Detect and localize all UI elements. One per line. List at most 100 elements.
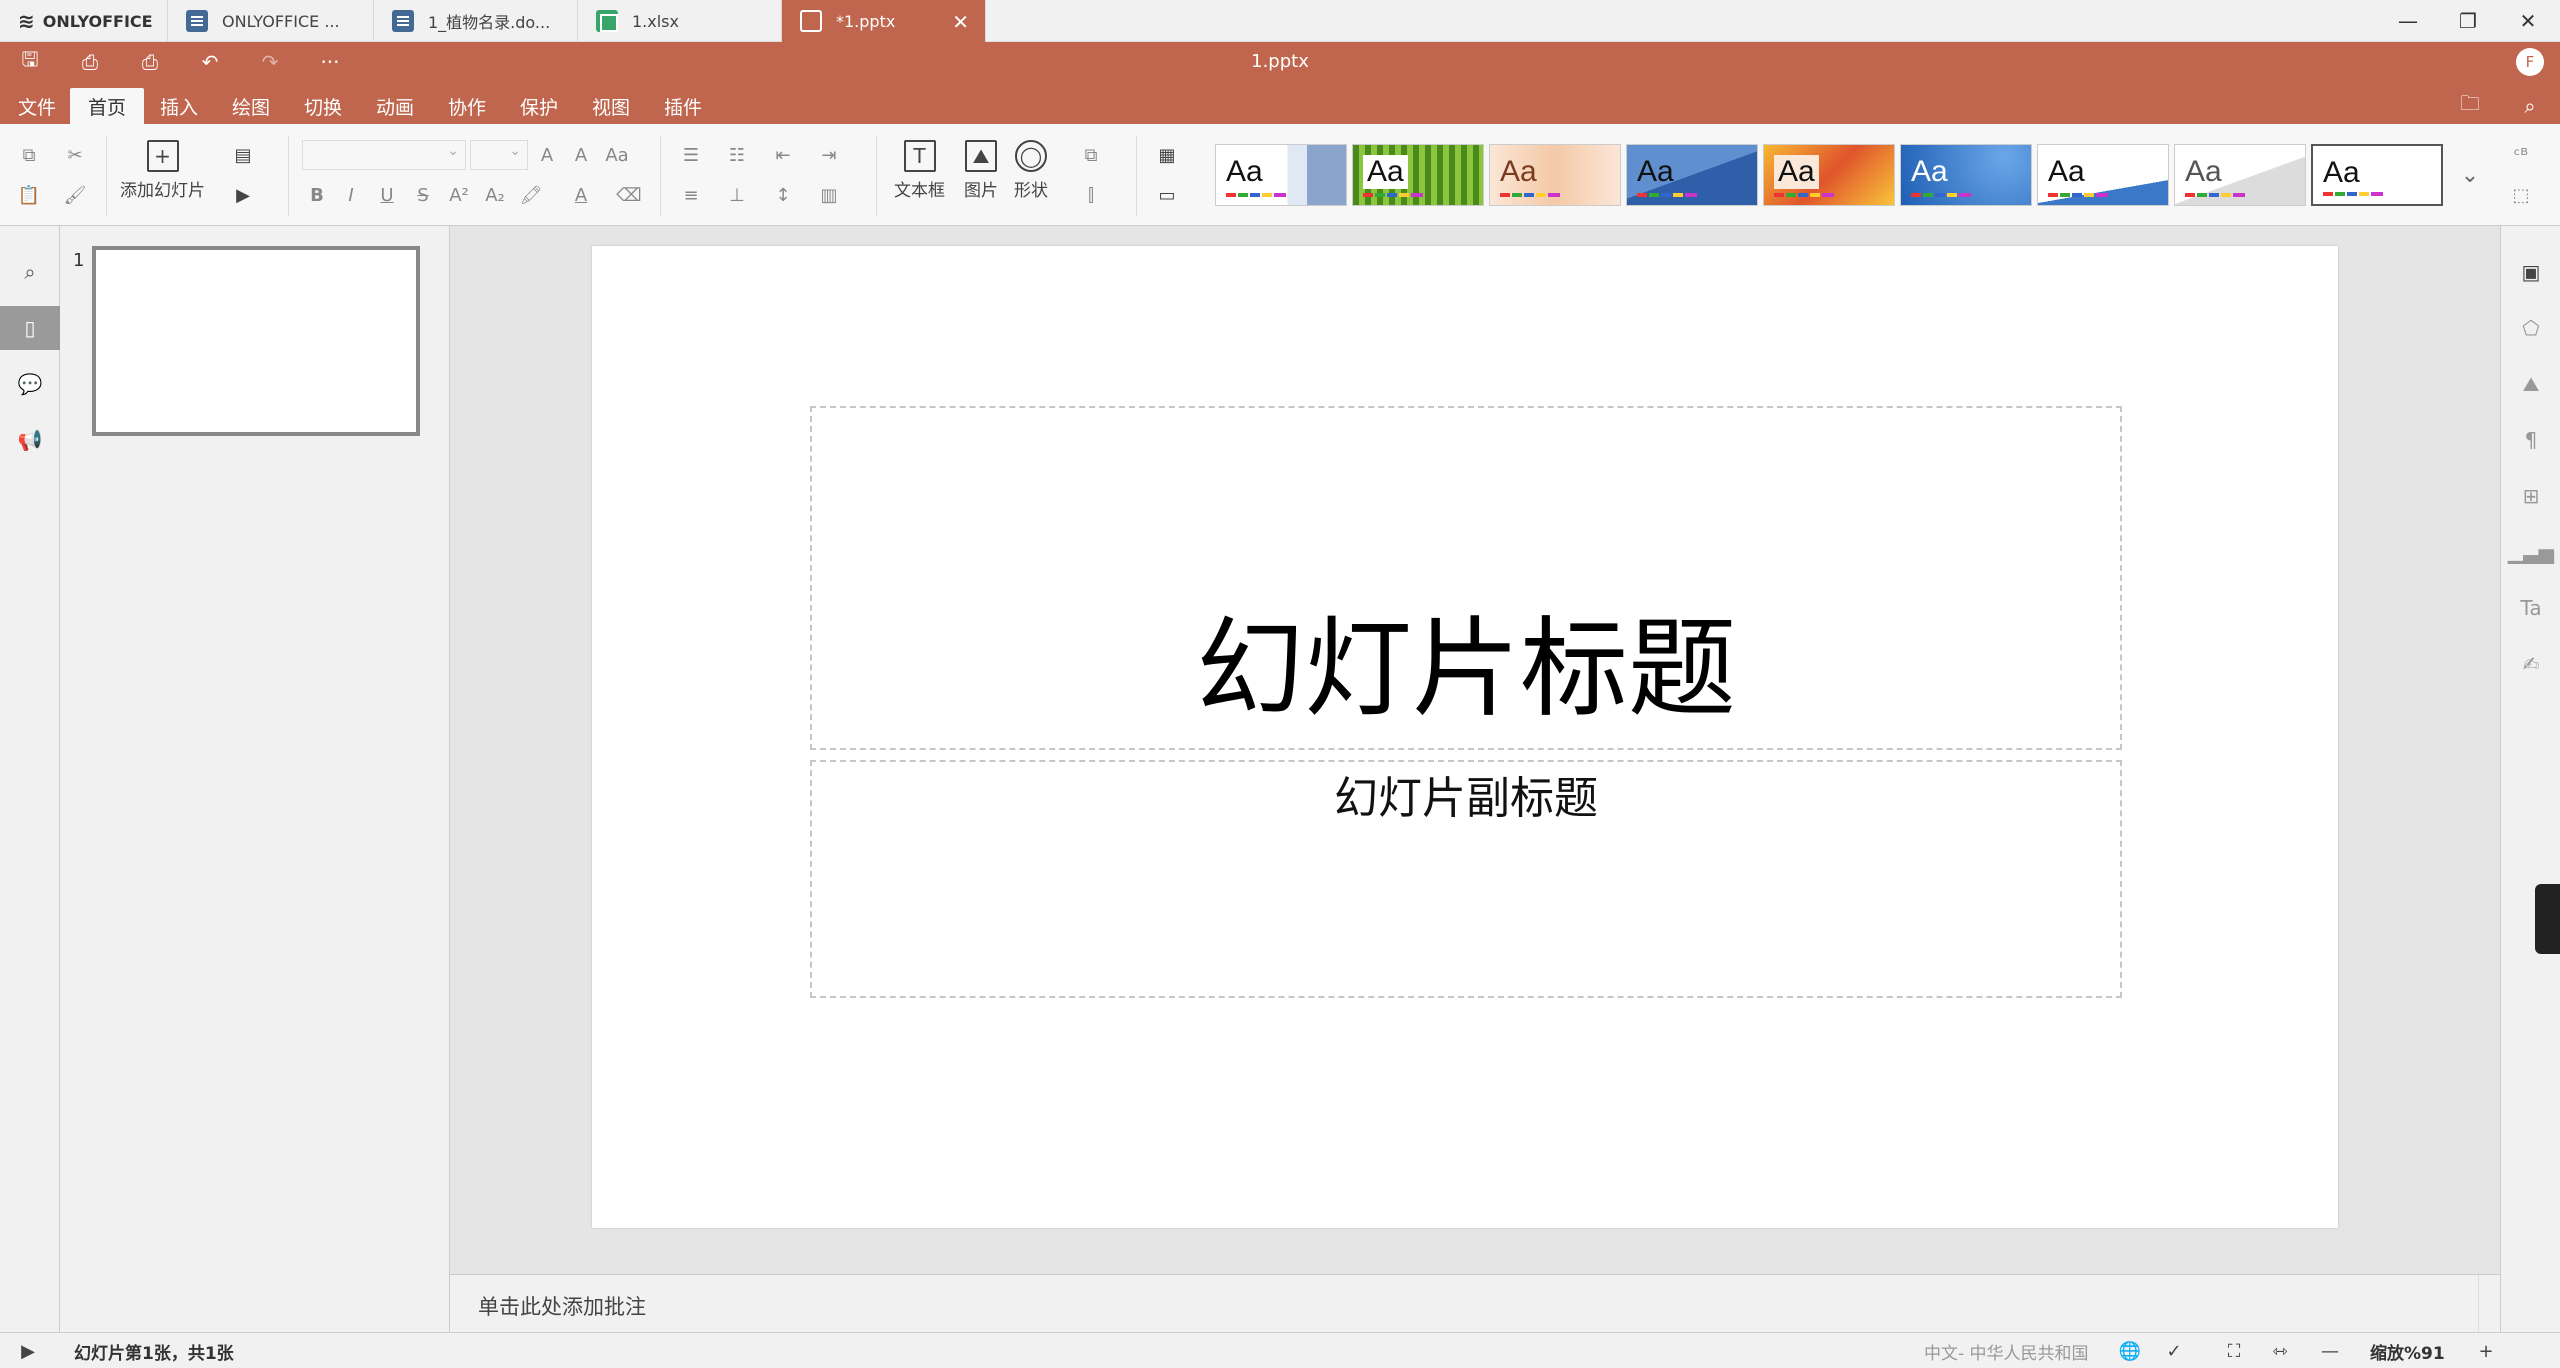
tab-transitions[interactable]: 切换: [286, 88, 360, 124]
slides-panel-icon[interactable]: ▯: [0, 306, 60, 350]
tab-protection[interactable]: 保护: [502, 88, 576, 124]
chart-settings-icon[interactable]: ▁▃▅: [2508, 536, 2554, 568]
add-slide-button[interactable]: + 添加幻灯片: [120, 140, 205, 201]
window-tab-onlyoffice-doc[interactable]: ONLYOFFICE ...: [168, 0, 374, 42]
image-settings-icon[interactable]: ⛰: [2515, 368, 2547, 400]
window-tab-xlsx[interactable]: 1.xlsx: [578, 0, 782, 42]
highlight-icon[interactable]: 🖍: [516, 180, 546, 210]
start-slideshow-icon[interactable]: ▶: [228, 180, 258, 210]
zoom-out-icon[interactable]: —: [2316, 1337, 2344, 1365]
image-button[interactable]: ⛰ 图片: [964, 140, 998, 201]
search-icon[interactable]: ⌕: [0, 250, 60, 294]
window-tab-onlyoffice[interactable]: ≋ ONLYOFFICE: [0, 0, 168, 42]
slide-background-icon[interactable]: ▦: [1152, 140, 1182, 170]
arrange-icon[interactable]: ⧉: [1076, 140, 1106, 170]
change-case-icon[interactable]: Aa: [602, 140, 632, 170]
tab-plugins[interactable]: 插件: [646, 88, 720, 124]
slide-settings-icon[interactable]: ▣: [2515, 256, 2547, 288]
paste-icon[interactable]: 📋: [14, 180, 44, 210]
format-painter-icon[interactable]: 🖌: [60, 180, 90, 210]
select-all-icon[interactable]: ⬚: [2506, 180, 2536, 210]
subscript-icon[interactable]: A₂: [480, 180, 510, 210]
cut-icon[interactable]: ✂: [60, 140, 90, 170]
theme-thumbnail[interactable]: Aa: [1489, 144, 1621, 206]
slide-canvas[interactable]: 幻灯片标题 幻灯片副标题: [592, 246, 2338, 1228]
text-art-settings-icon[interactable]: Ta: [2515, 592, 2547, 624]
feedback-icon[interactable]: 📢: [0, 418, 60, 462]
signature-settings-icon[interactable]: ✍: [2515, 648, 2547, 680]
numbering-icon[interactable]: ☷: [722, 140, 752, 170]
font-color-icon[interactable]: A: [566, 180, 596, 210]
tab-insert[interactable]: 插入: [142, 88, 216, 124]
align-left-icon[interactable]: ≡: [676, 180, 706, 210]
window-tab-pptx[interactable]: *1.pptx ✕: [782, 0, 986, 42]
increase-font-icon[interactable]: A: [532, 140, 562, 170]
tab-file[interactable]: 文件: [0, 88, 74, 124]
zoom-in-icon[interactable]: +: [2472, 1337, 2500, 1365]
font-size-combo[interactable]: [470, 140, 528, 170]
slide-title[interactable]: 幻灯片标题: [812, 582, 2120, 738]
vertical-align-icon[interactable]: ⊥: [722, 180, 752, 210]
theme-thumbnail[interactable]: Aa: [1215, 144, 1347, 206]
subtitle-placeholder[interactable]: 幻灯片副标题: [810, 760, 2122, 998]
spellcheck-icon[interactable]: ✓: [2160, 1337, 2188, 1365]
restore-button[interactable]: ❐: [2440, 0, 2496, 42]
theme-thumbnail[interactable]: Aa: [2037, 144, 2169, 206]
slide-thumbnail[interactable]: [92, 246, 420, 436]
copy-icon[interactable]: ⧉: [14, 140, 44, 170]
tab-collaboration[interactable]: 协作: [430, 88, 504, 124]
minimize-button[interactable]: —: [2380, 0, 2436, 42]
slide-subtitle[interactable]: 幻灯片副标题: [812, 762, 2120, 826]
layout-icon[interactable]: ▤: [228, 140, 258, 170]
clear-style-icon[interactable]: ⌫: [614, 180, 644, 210]
underline-icon[interactable]: U: [372, 180, 402, 210]
title-placeholder[interactable]: 幻灯片标题: [810, 406, 2122, 750]
theme-thumbnail[interactable]: Aa: [1626, 144, 1758, 206]
tab-home[interactable]: 首页: [70, 88, 145, 124]
text-box-button[interactable]: T 文本框: [894, 140, 945, 201]
close-tab-icon[interactable]: ✕: [952, 10, 969, 34]
notes-scrollbar[interactable]: [2478, 1275, 2500, 1333]
decrease-indent-icon[interactable]: ⇤: [768, 140, 798, 170]
italic-icon[interactable]: I: [336, 180, 366, 210]
line-spacing-icon[interactable]: ↕: [768, 180, 798, 210]
increase-indent-icon[interactable]: ⇥: [814, 140, 844, 170]
bold-icon[interactable]: B: [302, 180, 332, 210]
open-location-icon[interactable]: 🗀: [2456, 91, 2484, 120]
theme-thumbnail[interactable]: Aa: [2174, 144, 2306, 206]
search-icon[interactable]: ⌕: [2516, 92, 2544, 120]
tab-view[interactable]: 视图: [574, 88, 648, 124]
font-name-combo[interactable]: [302, 140, 466, 170]
theme-thumbnail[interactable]: Aa: [1900, 144, 2032, 206]
tab-draw[interactable]: 绘图: [214, 88, 288, 124]
superscript-icon[interactable]: A²: [444, 180, 474, 210]
table-settings-icon[interactable]: ⊞: [2515, 480, 2547, 512]
language-selector[interactable]: 中文- 中华人民共和国: [1924, 1333, 2089, 1368]
decrease-font-icon[interactable]: A: [566, 140, 596, 170]
fit-width-icon[interactable]: ⇿: [2266, 1337, 2294, 1365]
play-slideshow-icon[interactable]: ▶: [14, 1337, 42, 1365]
panel-resize-handle[interactable]: [2535, 884, 2560, 954]
fit-slide-icon[interactable]: ⛶: [2220, 1337, 2248, 1365]
window-tab-plant-list-doc[interactable]: 1_植物名录.do...: [374, 0, 578, 42]
user-avatar[interactable]: F: [2516, 48, 2544, 76]
comments-icon[interactable]: 💬: [0, 362, 60, 406]
shape-settings-icon[interactable]: ⬠: [2515, 312, 2547, 344]
close-window-button[interactable]: ✕: [2500, 0, 2556, 42]
paragraph-settings-icon[interactable]: ¶: [2515, 424, 2547, 456]
strikethrough-icon[interactable]: S: [408, 180, 438, 210]
notes-placeholder[interactable]: 单击此处添加批注: [478, 1291, 646, 1321]
bullets-icon[interactable]: ☰: [676, 140, 706, 170]
slide-size-icon[interactable]: ▭: [1152, 180, 1182, 210]
chevron-down-icon[interactable]: ⌄: [2452, 144, 2488, 206]
shape-button[interactable]: ◯ 形状: [1014, 140, 1048, 201]
theme-thumbnail[interactable]: Aa: [1763, 144, 1895, 206]
columns-icon[interactable]: ▥: [814, 180, 844, 210]
theme-thumbnail[interactable]: Aa: [1352, 144, 1484, 206]
globe-icon[interactable]: 🌐: [2116, 1337, 2144, 1365]
replace-icon[interactable]: ᶜᴮ: [2506, 140, 2536, 170]
tab-animation[interactable]: 动画: [358, 88, 432, 124]
align-shape-icon[interactable]: ⫿: [1076, 180, 1106, 210]
theme-thumbnail-selected[interactable]: Aa: [2311, 144, 2443, 206]
notes-panel[interactable]: 单击此处添加批注: [450, 1274, 2500, 1333]
